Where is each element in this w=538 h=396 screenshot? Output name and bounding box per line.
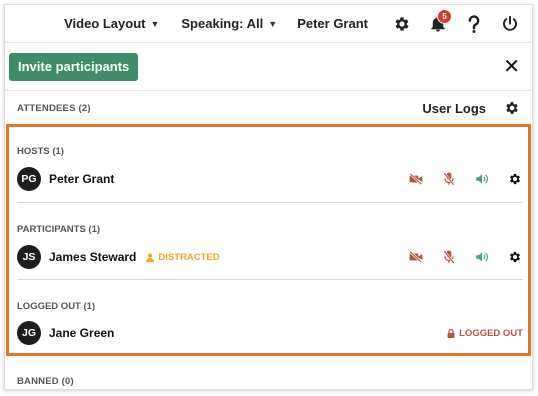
- status-label: DISTRACTED: [158, 251, 220, 263]
- logged-out-status: LOGGED OUT: [447, 328, 523, 339]
- gear-icon[interactable]: [504, 100, 520, 116]
- user-icon: [146, 253, 155, 262]
- video-layout-dropdown[interactable]: Video Layout ▼: [64, 16, 159, 31]
- chevron-down-icon: ▼: [150, 18, 160, 29]
- avatar: JS: [17, 245, 41, 269]
- banned-title: BANNED (0): [17, 376, 74, 387]
- attendees-header: ATTENDEES (2) User Logs: [5, 91, 532, 125]
- avatar: PG: [17, 167, 41, 191]
- user-logs-link[interactable]: User Logs: [422, 101, 486, 116]
- attendee-list-highlight: HOSTS (1) PG Peter Grant PARTICIPANTS (1…: [6, 124, 531, 356]
- hosts-title: HOSTS (1): [17, 146, 64, 157]
- video-layout-label: Video Layout: [64, 16, 146, 31]
- banned-section-title: BANNED (0): [17, 371, 74, 389]
- power-icon[interactable]: [498, 12, 522, 36]
- hosts-section-title: HOSTS (1): [17, 141, 523, 159]
- status-label: LOGGED OUT: [459, 327, 523, 339]
- list-item-logged-out[interactable]: JG Jane Green LOGGED OUT: [17, 313, 523, 353]
- gear-icon[interactable]: [390, 12, 414, 36]
- list-item-participant[interactable]: JS James Steward DISTRACTED: [17, 237, 523, 277]
- user-logs-group: User Logs: [422, 100, 520, 116]
- help-icon[interactable]: [462, 12, 486, 36]
- distracted-status: DISTRACTED: [146, 251, 220, 263]
- video-off-icon[interactable]: [408, 171, 424, 187]
- divider: [17, 202, 523, 203]
- top-bar: Video Layout ▼ Speaking: All ▼ Peter Gra…: [5, 5, 532, 43]
- user-name-label: Peter Grant: [297, 16, 368, 31]
- speaking-filter-dropdown[interactable]: Speaking: All ▼: [181, 16, 277, 31]
- invite-row: Invite participants ✕: [5, 43, 532, 91]
- row-actions: [391, 171, 523, 187]
- chevron-down-icon: ▼: [268, 18, 278, 29]
- attendees-panel: Video Layout ▼ Speaking: All ▼ Peter Gra…: [4, 4, 533, 390]
- bell-icon[interactable]: 5: [426, 8, 452, 36]
- lock-icon: [447, 328, 455, 338]
- notification-badge: 5: [437, 8, 452, 24]
- participant-name: James Steward: [49, 250, 137, 264]
- participants-section-title: PARTICIPANTS (1): [17, 219, 523, 237]
- mic-muted-icon[interactable]: [441, 249, 457, 265]
- logged-out-title: LOGGED OUT (1): [17, 301, 96, 312]
- participants-title: PARTICIPANTS (1): [17, 224, 101, 235]
- divider: [17, 279, 523, 280]
- participant-name: Jane Green: [49, 326, 115, 340]
- close-icon[interactable]: ✕: [503, 57, 520, 77]
- avatar: JG: [17, 321, 41, 345]
- participant-name: Peter Grant: [49, 172, 115, 186]
- invite-participants-button[interactable]: Invite participants: [9, 52, 139, 81]
- video-off-icon[interactable]: [408, 249, 424, 265]
- speaker-icon[interactable]: [474, 171, 490, 187]
- current-user-name[interactable]: Peter Grant: [297, 16, 368, 31]
- mic-muted-icon[interactable]: [441, 171, 457, 187]
- gear-icon[interactable]: [507, 171, 523, 187]
- attendees-count-label: ATTENDEES (2): [17, 102, 91, 114]
- logged-out-section-title: LOGGED OUT (1): [17, 296, 523, 314]
- list-item-host[interactable]: PG Peter Grant: [17, 159, 523, 199]
- speaker-icon[interactable]: [474, 249, 490, 265]
- gear-icon[interactable]: [507, 249, 523, 265]
- row-actions: [391, 249, 523, 265]
- speaking-filter-label: Speaking: All: [181, 16, 264, 31]
